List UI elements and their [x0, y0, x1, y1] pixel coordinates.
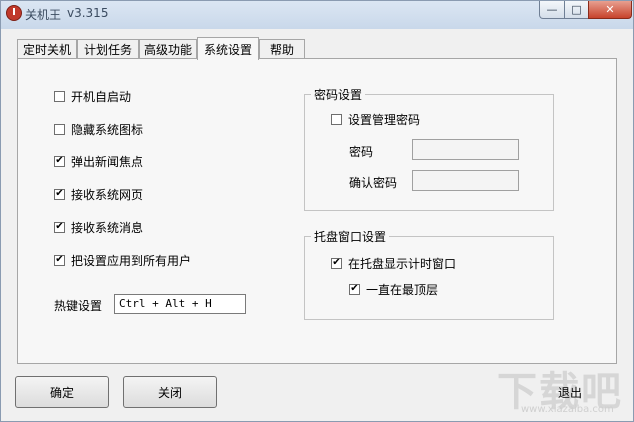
hotkey-label: 热键设置: [54, 299, 103, 313]
window-title: 关机王: [25, 8, 62, 22]
tray-group-title: 托盘窗口设置: [311, 228, 390, 245]
option-news-popup[interactable]: ✔ 弹出新闻焦点: [54, 153, 143, 169]
confirm-password-field[interactable]: [412, 170, 519, 191]
password-group-title: 密码设置: [311, 86, 366, 103]
maximize-button[interactable]: □: [564, 1, 589, 19]
exit-button[interactable]: 退出: [523, 376, 617, 408]
tab-timed-shutdown[interactable]: 定时关机: [17, 39, 77, 59]
checkbox[interactable]: ✔: [54, 221, 65, 233]
option-autostart[interactable]: 开机自启动: [54, 88, 131, 104]
title-bar[interactable]: 关机王 v3.315 — □ ✕: [1, 1, 633, 29]
option-set-admin-password[interactable]: 设置管理密码: [331, 111, 420, 127]
window-version: v3.315: [67, 6, 109, 20]
option-always-on-top[interactable]: ✔ 一直在最顶层: [349, 281, 438, 297]
tab-advanced[interactable]: 高级功能: [139, 39, 197, 59]
minimize-button[interactable]: —: [539, 1, 565, 19]
checkbox[interactable]: ✔: [54, 155, 65, 167]
main-window: 关机王 v3.315 — □ ✕ 定时关机 计划任务 高级功能 系统设置 帮助 …: [0, 0, 634, 422]
checkbox[interactable]: [331, 113, 342, 125]
checkbox[interactable]: [54, 123, 65, 135]
ok-button[interactable]: 确定: [15, 376, 109, 408]
checkbox[interactable]: ✔: [331, 257, 342, 269]
password-field[interactable]: [412, 139, 519, 160]
password-group: 密码设置 设置管理密码 密码 确认密码: [304, 86, 554, 211]
close-button[interactable]: 关闭: [123, 376, 217, 408]
password-label: 密码: [349, 145, 374, 159]
checkbox[interactable]: ✔: [54, 188, 65, 200]
close-window-button[interactable]: ✕: [588, 1, 632, 19]
tab-scheduled-tasks[interactable]: 计划任务: [77, 39, 139, 59]
option-hide-tray-icon[interactable]: 隐藏系统图标: [54, 121, 143, 137]
option-receive-web[interactable]: ✔ 接收系统网页: [54, 186, 143, 202]
tab-system-settings[interactable]: 系统设置: [197, 37, 259, 60]
checkbox[interactable]: ✔: [349, 283, 360, 295]
power-icon: [6, 5, 22, 21]
checkbox[interactable]: [54, 90, 65, 102]
confirm-password-label: 确认密码: [349, 176, 398, 190]
system-settings-panel: 开机自启动 隐藏系统图标 ✔ 弹出新闻焦点 ✔ 接收系统网页 ✔ 接收系统消息 …: [17, 58, 617, 364]
tray-window-group: 托盘窗口设置 ✔ 在托盘显示计时窗口 ✔ 一直在最顶层: [304, 228, 554, 320]
tab-help[interactable]: 帮助: [259, 39, 305, 59]
option-show-tray-timer[interactable]: ✔ 在托盘显示计时窗口: [331, 255, 456, 271]
maximize-icon: □: [571, 3, 582, 16]
minimize-icon: —: [546, 3, 558, 16]
option-receive-messages[interactable]: ✔ 接收系统消息: [54, 219, 143, 235]
option-apply-all-users[interactable]: ✔ 把设置应用到所有用户: [54, 252, 191, 268]
checkbox[interactable]: ✔: [54, 254, 65, 266]
hotkey-input[interactable]: Ctrl + Alt + H: [114, 294, 246, 314]
close-icon: ✕: [605, 3, 615, 16]
